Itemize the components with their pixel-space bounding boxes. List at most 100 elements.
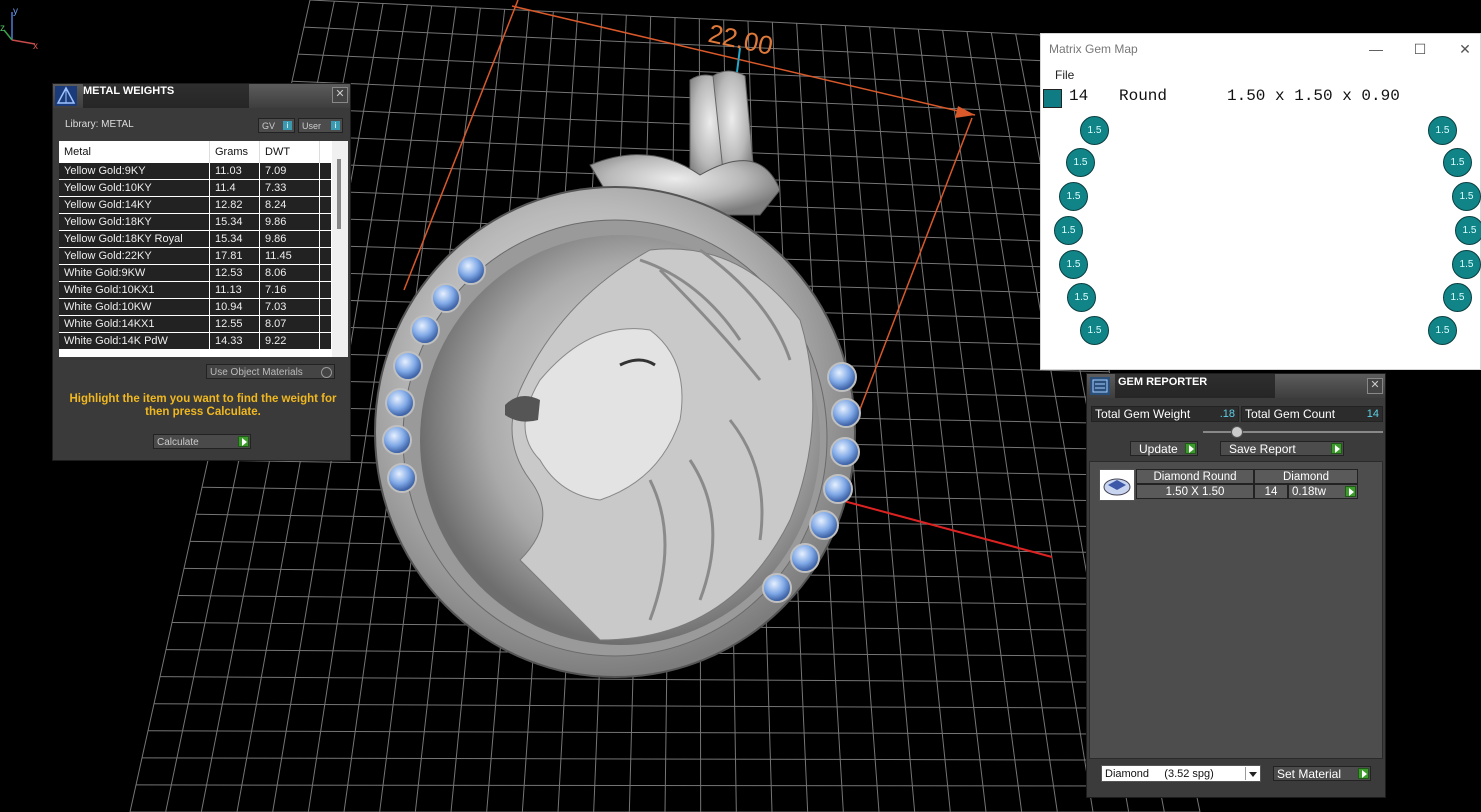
diamond-stone[interactable]	[827, 362, 857, 392]
close-icon[interactable]: ✕	[332, 87, 348, 103]
gem-marker[interactable]: 1.5	[1080, 116, 1109, 145]
gem-weight-cell[interactable]: 0.18tw	[1288, 484, 1358, 499]
table-row[interactable]: Yellow Gold:18KY Royal 15.34 9.86	[59, 231, 348, 248]
total-gem-count-label: Total Gem Count	[1245, 407, 1336, 421]
row-spacer	[320, 197, 332, 213]
gem-marker[interactable]: 1.5	[1067, 283, 1096, 312]
minimize-icon[interactable]: —	[1361, 38, 1391, 60]
info-icon: i	[331, 121, 340, 130]
table-row[interactable]: White Gold:14K PdW 14.33 9.22	[59, 333, 348, 350]
diamond-stone[interactable]	[385, 388, 415, 418]
table-row[interactable]: Yellow Gold:9KY 11.03 7.09	[59, 163, 348, 180]
gem-thumbnail[interactable]	[1099, 469, 1135, 501]
grams-cell: 12.82	[210, 197, 260, 213]
diamond-stone[interactable]	[456, 255, 486, 285]
diamond-stone[interactable]	[762, 573, 792, 603]
calculate-hint: Highlight the item you want to find the …	[69, 393, 337, 418]
gem-marker[interactable]: 1.5	[1428, 116, 1457, 145]
metal-cell: Yellow Gold:14KY	[59, 197, 210, 213]
gem-marker[interactable]: 1.5	[1059, 250, 1088, 279]
play-icon	[1345, 486, 1356, 497]
row-spacer	[320, 265, 332, 281]
grams-cell: 12.53	[210, 265, 260, 281]
gem-count-cell[interactable]: 14	[1254, 484, 1288, 499]
calculate-button[interactable]: Calculate	[153, 434, 251, 449]
row-spacer	[320, 282, 332, 298]
menu-file[interactable]: File	[1055, 68, 1074, 82]
set-material-button[interactable]: Set Material	[1273, 766, 1371, 781]
user-toggle[interactable]: User i	[298, 118, 343, 133]
gv-label: GV	[262, 121, 276, 131]
material-select[interactable]: Diamond (3.52 spg)	[1101, 765, 1261, 782]
save-report-button[interactable]: Save Report	[1220, 441, 1344, 456]
diamond-stone[interactable]	[830, 437, 860, 467]
report-slider-track[interactable]	[1203, 431, 1383, 433]
use-object-materials-toggle[interactable]: Use Object Materials	[206, 364, 335, 379]
gem-shape: Round	[1119, 87, 1168, 105]
grams-cell: 11.03	[210, 163, 260, 179]
gem-marker[interactable]: 1.5	[1452, 182, 1481, 211]
dwt-cell: 9.22	[260, 333, 320, 349]
axis-y-label: y	[13, 6, 18, 17]
metal-cell: Yellow Gold:18KY Royal	[59, 231, 210, 247]
metal-weights-titlebar[interactable]: METAL WEIGHTS ✕	[53, 84, 350, 108]
grams-cell: 12.55	[210, 316, 260, 332]
axis-x-label: x	[33, 41, 38, 50]
update-button[interactable]: Update	[1130, 441, 1198, 456]
gem-marker[interactable]: 1.5	[1080, 316, 1109, 345]
gem-name-cell[interactable]: Diamond Round	[1136, 469, 1254, 484]
library-label: Library: METAL	[65, 119, 134, 130]
table-row[interactable]: White Gold:9KW 12.53 8.06	[59, 265, 348, 282]
table-row[interactable]: Yellow Gold:18KY 15.34 9.86	[59, 214, 348, 231]
table-row[interactable]: Yellow Gold:14KY 12.82 8.24	[59, 197, 348, 214]
gem-size-cell[interactable]: 1.50 X 1.50	[1136, 484, 1254, 499]
gem-material-cell[interactable]: Diamond	[1254, 469, 1358, 484]
metal-table: Metal Grams DWT Yellow Gold:9KY 11.03 7.09…	[59, 141, 348, 357]
diamond-stone[interactable]	[790, 543, 820, 573]
gem-marker[interactable]: 1.5	[1059, 182, 1088, 211]
diamond-stone[interactable]	[393, 351, 423, 381]
gem-marker[interactable]: 1.5	[1443, 148, 1472, 177]
gem-marker[interactable]: 1.5	[1054, 216, 1083, 245]
gem-reporter-titlebar[interactable]: GEM REPORTER ✕	[1087, 374, 1385, 398]
diamond-stone[interactable]	[410, 315, 440, 345]
report-slider-knob[interactable]	[1231, 426, 1243, 438]
total-gem-weight-label: Total Gem Weight	[1095, 407, 1191, 421]
gem-marker[interactable]: 1.5	[1452, 250, 1481, 279]
dwt-cell: 8.06	[260, 265, 320, 281]
close-icon[interactable]: ✕	[1450, 38, 1480, 60]
row-spacer	[320, 248, 332, 264]
diamond-icon	[1103, 478, 1131, 496]
table-row[interactable]: Yellow Gold:22KY 17.81 11.45	[59, 248, 348, 265]
grams-cell: 17.81	[210, 248, 260, 264]
metal-cell: Yellow Gold:22KY	[59, 248, 210, 264]
diamond-stone[interactable]	[431, 283, 461, 313]
gv-toggle[interactable]: GV i	[258, 118, 295, 133]
gem-marker[interactable]: 1.5	[1443, 283, 1472, 312]
column-header-metal[interactable]: Metal	[59, 141, 210, 163]
gem-color-swatch[interactable]	[1043, 89, 1062, 108]
material-select-value: Diamond (3.52 spg)	[1105, 768, 1214, 780]
table-row[interactable]: White Gold:10KW 10.94 7.03	[59, 299, 348, 316]
column-header-grams[interactable]: Grams	[210, 141, 260, 163]
diamond-stone[interactable]	[382, 425, 412, 455]
column-header-dwt[interactable]: DWT	[260, 141, 320, 163]
maximize-icon[interactable]: ☐	[1405, 38, 1435, 60]
dwt-cell: 7.16	[260, 282, 320, 298]
gem-marker[interactable]: 1.5	[1455, 216, 1481, 245]
gem-marker[interactable]: 1.5	[1066, 148, 1095, 177]
gem-marker[interactable]: 1.5	[1428, 316, 1457, 345]
diamond-stone[interactable]	[823, 474, 853, 504]
row-spacer	[320, 299, 332, 315]
table-row[interactable]: Yellow Gold:10KY 11.4 7.33	[59, 180, 348, 197]
close-icon[interactable]: ✕	[1367, 378, 1383, 394]
metal-table-scrollbar[interactable]	[332, 141, 348, 357]
table-row[interactable]: White Gold:14KX1 12.55 8.07	[59, 316, 348, 333]
diamond-stone[interactable]	[387, 463, 417, 493]
metal-cell: Yellow Gold:10KY	[59, 180, 210, 196]
table-row[interactable]: White Gold:10KX1 11.13 7.16	[59, 282, 348, 299]
diamond-stone[interactable]	[831, 398, 861, 428]
row-spacer	[320, 316, 332, 332]
diamond-stone[interactable]	[809, 510, 839, 540]
gem-reporter-panel: GEM REPORTER ✕ .18 Total Gem Weight 14 T…	[1086, 373, 1386, 798]
